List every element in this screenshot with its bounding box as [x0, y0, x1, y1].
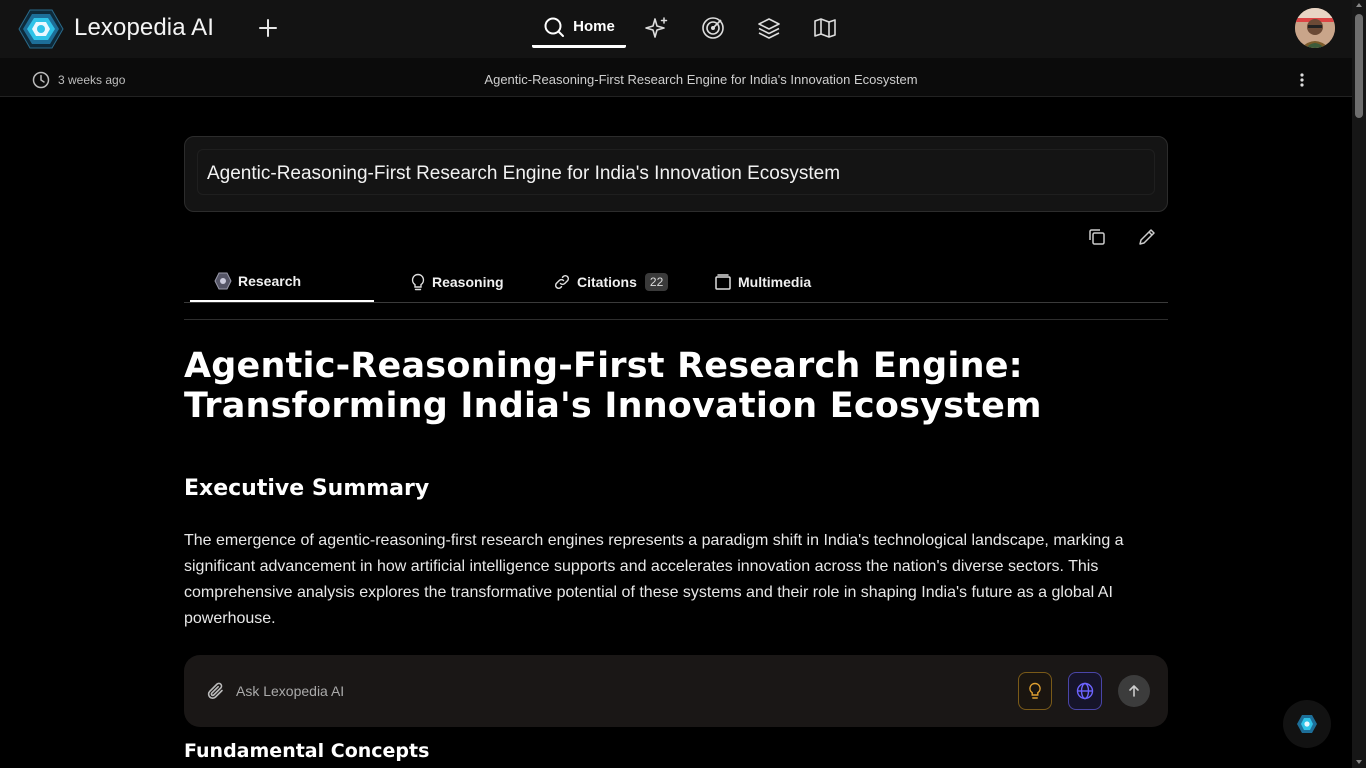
article-title-line2: Transforming India's Innovation Ecosyste… — [184, 386, 1042, 426]
lightbulb-icon — [1029, 682, 1041, 699]
section-heading-fundamental-concepts: Fundamental Concepts — [184, 740, 430, 762]
scrollbar-thumb[interactable] — [1355, 14, 1363, 118]
app-name: Lexopedia AI — [74, 14, 214, 41]
new-thread-button[interactable] — [254, 14, 282, 42]
link-icon — [554, 274, 570, 290]
scroll-up-arrow-icon[interactable] — [1356, 3, 1362, 7]
assistant-floating-button[interactable] — [1283, 700, 1331, 748]
citations-count-badge: 22 — [644, 273, 669, 291]
user-avatar[interactable] — [1295, 8, 1335, 48]
globe-icon — [1076, 682, 1094, 700]
arrow-up-icon — [1129, 685, 1139, 697]
paperclip-icon[interactable] — [205, 680, 227, 702]
media-icon — [715, 274, 731, 290]
reasoning-toggle-button[interactable] — [1018, 672, 1052, 710]
more-options-icon[interactable] — [1292, 70, 1312, 90]
radar-icon[interactable] — [700, 15, 726, 41]
send-button[interactable] — [1118, 675, 1150, 707]
lexopedia-icon — [1297, 715, 1317, 733]
result-tabs: Research Reasoning Citations 22 Multimed… — [184, 262, 1168, 303]
tab-research-label: Research — [238, 273, 302, 289]
section-divider — [184, 319, 1168, 320]
sparkles-icon[interactable] — [644, 15, 670, 41]
pencil-icon — [1139, 229, 1155, 245]
plus-icon — [259, 19, 277, 37]
query-card: Agentic-Reasoning-First Research Engine … — [184, 136, 1168, 212]
tab-reasoning[interactable]: Reasoning — [410, 262, 504, 302]
ask-bar — [184, 655, 1168, 727]
tab-citations[interactable]: Citations 22 — [553, 262, 669, 302]
query-text: Agentic-Reasoning-First Research Engine … — [207, 163, 841, 184]
layers-icon[interactable] — [756, 15, 782, 41]
scroll-down-arrow-icon[interactable] — [1356, 760, 1362, 764]
tab-research[interactable]: Research — [190, 262, 374, 302]
ask-input[interactable] — [236, 681, 936, 701]
copy-button[interactable] — [1086, 226, 1108, 248]
tab-citations-label: Citations — [577, 274, 637, 290]
tab-reasoning-label: Reasoning — [432, 274, 504, 290]
lexopedia-logo-icon[interactable] — [18, 8, 64, 50]
map-icon[interactable] — [812, 15, 838, 41]
tab-multimedia-label: Multimedia — [738, 274, 812, 290]
article-title-line1: Agentic-Reasoning-First Research Engine: — [184, 346, 1023, 386]
nav-home-tab[interactable]: Home — [532, 8, 626, 48]
section-heading-executive-summary: Executive Summary — [184, 476, 430, 501]
thread-title: Agentic-Reasoning-First Research Engine … — [484, 72, 918, 87]
executive-summary-text: The emergence of agentic-reasoning-first… — [184, 532, 1124, 627]
nav-home-label: Home — [573, 18, 615, 35]
lightbulb-icon — [411, 273, 425, 291]
article-title: Agentic-Reasoning-First Research Engine:… — [184, 346, 1084, 426]
web-search-toggle-button[interactable] — [1068, 672, 1102, 710]
copy-icon — [1089, 229, 1105, 245]
tab-multimedia[interactable]: Multimedia — [714, 262, 811, 302]
search-icon — [544, 17, 565, 37]
lexopedia-icon — [214, 272, 232, 290]
thread-header: 3 weeks ago Agentic-Reasoning-First Rese… — [0, 58, 1352, 97]
edit-button[interactable] — [1136, 226, 1158, 248]
query-box[interactable]: Agentic-Reasoning-First Research Engine … — [197, 149, 1155, 195]
top-navigation-bar: Lexopedia AI Home — [0, 0, 1352, 58]
